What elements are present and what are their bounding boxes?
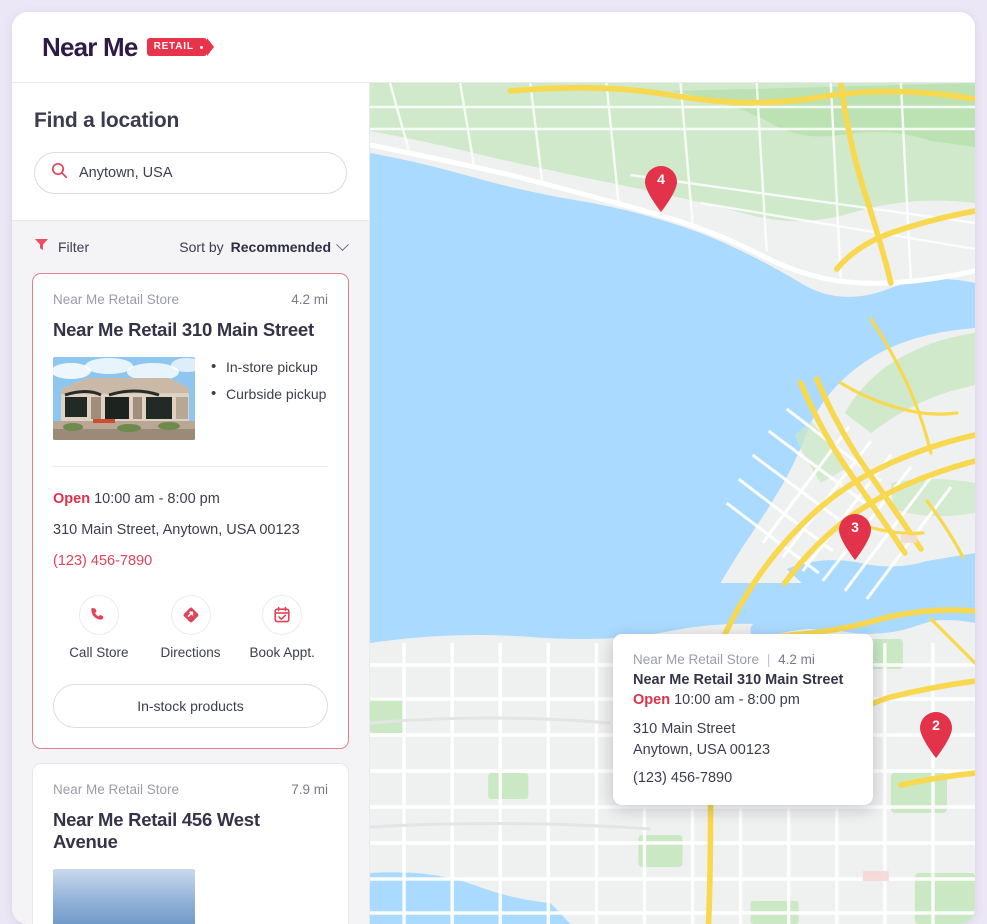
sort-value: Recommended (230, 239, 331, 255)
info-address: 310 Main Street Anytown, USA 00123 (633, 719, 853, 761)
book-appt-button[interactable]: Book Appt. (236, 594, 328, 660)
info-hours-text: 10:00 am - 8:00 pm (674, 692, 800, 708)
info-distance: 4.2 mi (778, 652, 815, 667)
filter-label: Filter (58, 239, 90, 255)
info-phone: (123) 456-7890 (633, 770, 733, 787)
store-actions: Call Store Directions Book Appt. (53, 594, 328, 660)
info-address-line2: Anytown, USA 00123 (633, 742, 771, 759)
store-list: Near Me Retail Store 4.2 mi Near Me Reta… (12, 273, 369, 924)
map-info-window[interactable]: Near Me Retail Store | 4.2 mi Near Me Re… (613, 634, 873, 806)
page-title: Find a location (34, 109, 180, 132)
search-input[interactable] (79, 165, 330, 181)
info-store-kind: Near Me Retail Store (633, 652, 760, 667)
info-address-line1: 310 Main Street (633, 721, 736, 737)
search-box[interactable] (34, 152, 347, 194)
chevron-down-icon (336, 237, 349, 251)
search-icon (51, 162, 68, 184)
action-label: Call Store (69, 644, 129, 660)
store-card-header: Near Me Retail Store 7.9 mi (53, 782, 328, 797)
store-distance: 4.2 mi (291, 292, 328, 307)
store-kind: Near Me Retail Store (53, 292, 180, 307)
map-pin-label: 4 (657, 171, 665, 187)
hours-text: 10:00 am - 8:00 pm (94, 490, 220, 507)
status-badge: Open (53, 490, 91, 507)
map-pin-2[interactable]: 2 (918, 711, 954, 759)
map-pin-label: 2 (932, 717, 940, 733)
directions-icon (170, 594, 211, 635)
phone-icon (78, 594, 119, 635)
sidebar: Find a location Anytown, USA Filter Sort… (12, 83, 370, 924)
directions-button[interactable]: Directions (145, 594, 237, 660)
store-card-header: Near Me Retail Store 4.2 mi (53, 292, 328, 307)
brand-logo[interactable]: Near Me RETAIL (42, 31, 214, 63)
store-address: 310 Main Street, Anytown, USA 00123 (53, 521, 300, 538)
store-card-1[interactable]: Near Me Retail Store 4.2 mi Near Me Reta… (32, 273, 349, 749)
store-card-2[interactable]: Near Me Retail Store 7.9 mi Near Me Reta… (32, 762, 349, 924)
store-features: In-store pickup Curbside pickup (211, 357, 326, 440)
action-label: Book Appt. (249, 644, 315, 660)
card-divider (53, 465, 328, 467)
find-location-panel: Find a location (12, 83, 369, 221)
info-window-header: Near Me Retail Store | 4.2 mi (633, 652, 853, 667)
sort-dropdown[interactable]: Sort by Recommended (179, 237, 349, 255)
retail-badge: RETAIL (146, 38, 214, 56)
info-status-badge: Open (633, 692, 671, 708)
brand-name: Near Me (42, 31, 138, 62)
store-media-row: In-store pickup Curbside pickup (53, 356, 328, 440)
map-pin-3[interactable]: 3 (837, 513, 873, 561)
map-pin-4[interactable]: 4 (643, 165, 679, 213)
store-hours: Open 10:00 am - 8:00 pm (53, 491, 328, 507)
store-name: Near Me Retail 456 West Avenue (53, 808, 260, 853)
badge-arrow-dot (199, 45, 203, 49)
app-window: Near Me RETAIL Find a location Anytown, … (12, 12, 975, 924)
storefront-photo (53, 356, 195, 440)
app-body: Find a location Anytown, USA Filter Sort… (12, 83, 975, 924)
sort-prefix: Sort by (179, 239, 224, 255)
store-phone-link[interactable]: (123) 456-7890 (53, 553, 328, 569)
funnel-icon (34, 237, 49, 257)
map-pin-label: 3 (851, 519, 859, 535)
feature-item: In-store pickup (211, 358, 326, 376)
filter-button[interactable]: Filter (34, 237, 89, 257)
info-store-name: Near Me Retail 310 Main Street (633, 672, 844, 688)
action-label: Directions (160, 644, 221, 660)
call-store-button[interactable]: Call Store (53, 594, 145, 660)
storefront-photo (53, 868, 195, 924)
store-media-row (53, 868, 328, 924)
store-distance: 7.9 mi (291, 781, 328, 797)
in-stock-products-button[interactable]: In-stock products (53, 683, 328, 728)
calendar-check-icon (262, 594, 303, 635)
feature-item: Curbside pickup (211, 385, 326, 403)
store-name: Near Me Retail 310 Main Street (53, 319, 314, 340)
info-separator: | (766, 652, 771, 667)
info-hours-row: Open 10:00 am - 8:00 pm (633, 692, 853, 708)
map-canvas[interactable]: 4 3 1 2 (370, 83, 975, 924)
app-header: Near Me RETAIL (12, 12, 975, 83)
store-kind: Near Me Retail Store (53, 781, 180, 797)
retail-badge-label: RETAIL (153, 41, 194, 53)
filter-sort-bar: Filter Sort by Recommended (12, 221, 369, 273)
